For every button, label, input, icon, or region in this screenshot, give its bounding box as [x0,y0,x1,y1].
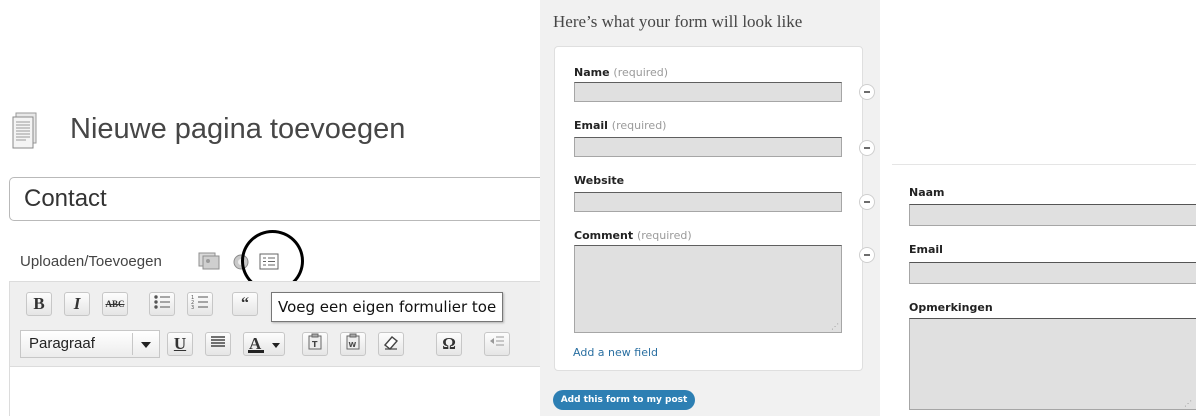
field-name-label: Name [574,66,610,79]
field-comment-label: Comment [574,229,634,242]
toolbar-tooltip: Voeg een eigen formulier toe [271,292,504,322]
form-preview-panel: Here’s what your form will look like Nam… [540,0,880,416]
field-label-name: Name (required) [574,66,668,79]
add-form-to-post-button[interactable]: Add this form to my post [553,390,695,410]
svg-text:3: 3 [191,305,194,311]
naam-field[interactable] [909,204,1196,226]
rendered-form-panel: Naam Email Opmerkingen ⋰ [880,0,1196,416]
upload-add-label: Uploaden/Toevoegen [20,253,162,270]
page-icon [12,112,38,150]
color-bar [248,350,264,353]
required-hint: (required) [613,66,669,79]
numbered-list-icon[interactable]: 1 2 3 [187,292,213,316]
text-color-icon[interactable]: A [243,332,285,356]
strikethrough-icon[interactable]: ABC [102,292,128,316]
eraser-icon[interactable] [378,332,404,356]
outdent-icon[interactable] [484,332,510,356]
paste-text-icon[interactable]: T [302,332,328,356]
svg-text:T: T [312,340,318,349]
opmerkingen-field[interactable]: ⋰ [909,318,1196,410]
required-hint: (required) [611,119,667,132]
justify-icon[interactable] [205,332,231,356]
underline-icon[interactable]: U [167,332,193,356]
format-select-value: Paragraaf [29,335,95,352]
remove-field-icon[interactable] [859,194,875,210]
field-label-email: Email (required) [574,119,666,132]
remove-field-icon[interactable] [859,84,875,100]
title-input[interactable]: Contact [9,177,548,221]
bullet-list-icon[interactable] [149,292,175,316]
chevron-down-icon [272,343,280,348]
paste-word-icon[interactable]: W [340,332,366,356]
remove-field-icon[interactable] [859,247,875,263]
page-title: Nieuwe pagina toevoegen [70,113,406,145]
format-select[interactable]: Paragraaf [20,330,160,358]
email-label: Email [909,243,943,256]
email-field[interactable] [909,262,1196,284]
chevron-down-icon [141,342,151,348]
omega-icon[interactable]: Ω [436,332,462,356]
italic-icon[interactable]: I [64,292,90,316]
editor-content-area[interactable] [9,366,548,416]
divider [892,164,1196,165]
wordpress-editor-panel: Nieuwe pagina toevoegen Contact Uploaden… [0,0,548,416]
resize-grip-icon[interactable]: ⋰ [831,323,839,331]
field-email-label: Email [574,119,608,132]
comment-field[interactable]: ⋰ [574,245,842,333]
opmerkingen-label: Opmerkingen [909,301,993,314]
field-website-label: Website [574,174,625,187]
website-field[interactable] [574,192,842,212]
blockquote-icon[interactable]: “ [232,292,258,316]
email-field[interactable] [574,137,842,157]
select-separator [132,333,133,355]
form-preview-card: Name (required) Email (required) Website… [554,46,875,371]
add-image-icon[interactable] [198,250,220,274]
naam-label: Naam [909,186,945,199]
field-label-website: Website [574,174,624,187]
field-label-comment: Comment (required) [574,229,692,242]
remove-field-icon[interactable] [859,140,875,156]
resize-grip-icon[interactable]: ⋰ [1184,400,1192,408]
name-field[interactable] [574,82,842,102]
preview-heading: Here’s what your form will look like [553,12,803,31]
bold-icon[interactable]: B [26,292,52,316]
add-new-field-link[interactable]: Add a new field [573,346,658,359]
svg-text:W: W [349,341,357,349]
required-hint: (required) [636,229,692,242]
